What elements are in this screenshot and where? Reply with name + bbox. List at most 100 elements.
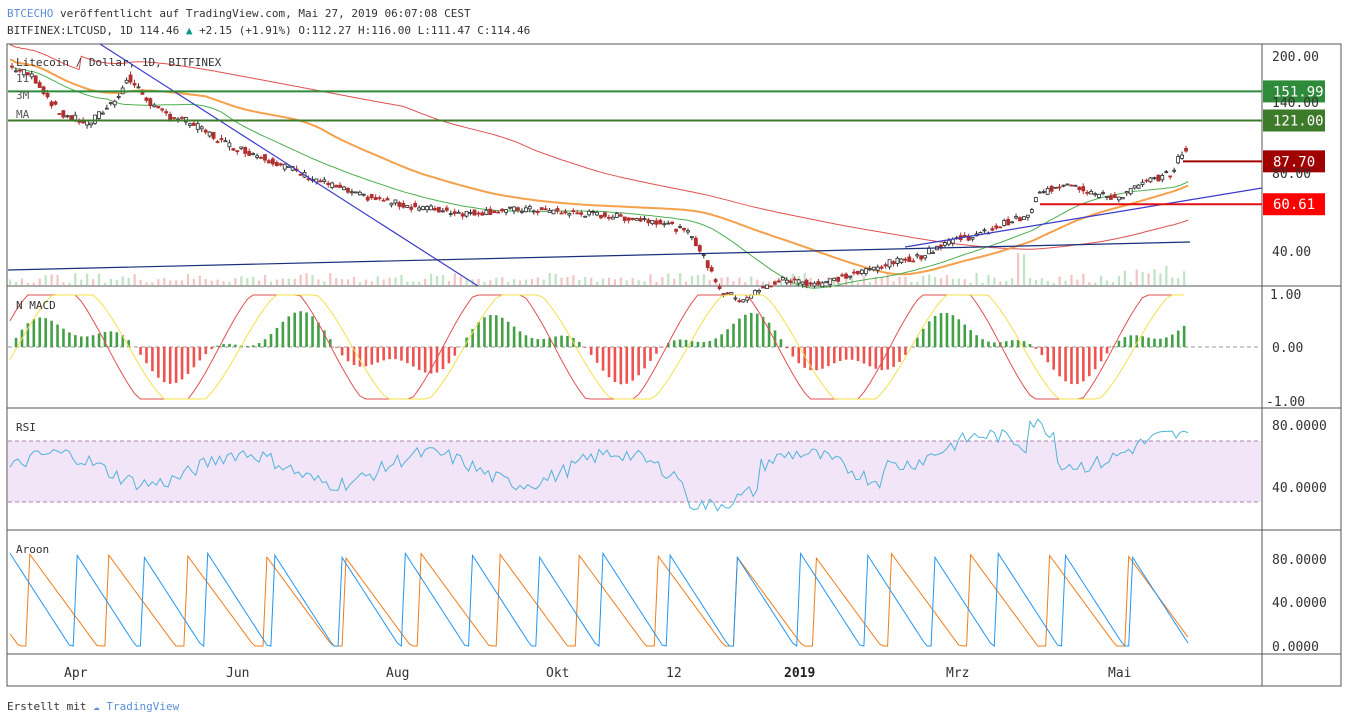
candle-body [152,104,157,108]
macd-bar [607,347,611,378]
macd-tick: 0.00 [1272,341,1303,356]
candle-body [923,255,928,259]
volume-bar [756,279,759,285]
volume-bar [216,279,219,285]
footer: Erstellt mit ☁ TradingView [7,700,179,713]
candle-body [654,220,659,225]
price-tick: 80.00 [1272,167,1311,182]
candle-body [820,282,825,287]
time-axis[interactable]: Apr Jun Aug Okt 12 2019 Mrz Mai [64,666,1131,681]
macd-bar [1123,337,1127,347]
volume-bar [14,281,18,285]
candle-body [1144,179,1149,182]
candle-body [1018,217,1022,222]
macd-bar [483,317,486,347]
volume-bar [1177,278,1180,285]
volume-bar [68,282,71,285]
candle-body [259,157,263,159]
candle-body [191,122,196,126]
candle-body [1164,171,1169,174]
candle-body [753,290,758,296]
candle-body [41,86,46,95]
candle-body [907,256,912,262]
macd-bar [844,347,848,360]
candle-body [875,266,880,271]
volume-bar [305,273,308,285]
ma-200-line [9,44,1189,250]
volume-bar [1052,282,1055,285]
candle-body [270,158,275,165]
main-legend: Litecoin / Dollar, 1D, BITFINEX [16,56,222,69]
candle-body [89,122,93,126]
volume-bar [453,273,456,285]
macd-bar [453,347,457,356]
candle-body [231,148,236,151]
macd-bar [975,335,978,347]
volume-bar [293,279,296,285]
volume-bar [157,279,160,285]
candle-body [219,138,224,141]
volume-bar [210,280,213,285]
candle-body [373,197,378,201]
volume-bar [240,276,243,285]
candle-body [409,206,414,210]
macd-bar [678,339,682,347]
volume-bars [9,253,1186,285]
macd-bar [518,331,522,347]
horizontal-levels: 151.99121.0087.7060.61 [8,80,1325,216]
candle-body [701,254,706,257]
macd-bar [684,339,688,347]
macd-bar [1141,336,1144,347]
volume-bar [400,274,403,285]
macd-bar [32,319,36,347]
volume-bar [441,275,445,285]
macd-bar [222,344,225,347]
macd-bar [619,347,623,385]
candle-body [686,230,690,233]
candle-body [559,212,564,215]
volume-bar [335,278,338,285]
tradingview-link[interactable]: TradingView [106,700,179,713]
volume-bar [269,281,273,285]
candle-body [551,209,556,215]
candle-body [563,211,568,214]
candle-body [132,82,137,86]
level-price: 121.00 [1273,114,1324,130]
macd-bar [755,313,759,347]
candle-body [53,101,58,105]
candle-body [342,186,346,191]
macd-bar [1064,347,1067,382]
macd-bar [833,347,836,364]
macd-bar [91,335,95,347]
candle-body [689,236,694,239]
chart-canvas[interactable]: 151.99121.0087.7060.61 Litecoin / Dollar… [0,0,1348,726]
candle-body [697,245,702,252]
candle-body [235,150,240,153]
macd-bar [305,312,308,347]
candle-body [646,219,651,224]
volume-bar [317,279,320,285]
macd-bar [251,345,255,347]
candle-body [741,299,746,303]
macd-bar [228,343,231,347]
candle-body [531,210,536,213]
candle-body [776,280,781,283]
candle-body [761,286,765,289]
candle-body [322,179,327,182]
macd-bar [180,347,184,380]
macd-bar [963,324,967,347]
time-tick: Mrz [946,666,969,681]
macd-bar [874,347,878,369]
candle-body [812,282,817,287]
volume-bar [323,281,326,285]
candle-body [140,91,145,95]
volume-bar [139,279,142,285]
candle-body [346,187,350,193]
macd-bar [589,347,593,355]
candle-body [670,221,675,224]
candle-body [595,211,599,216]
candle-body [223,140,228,143]
volume-bar [584,277,587,285]
legend-sub-1: 11 [16,72,29,85]
legend-sub-2: 3M [16,89,30,102]
